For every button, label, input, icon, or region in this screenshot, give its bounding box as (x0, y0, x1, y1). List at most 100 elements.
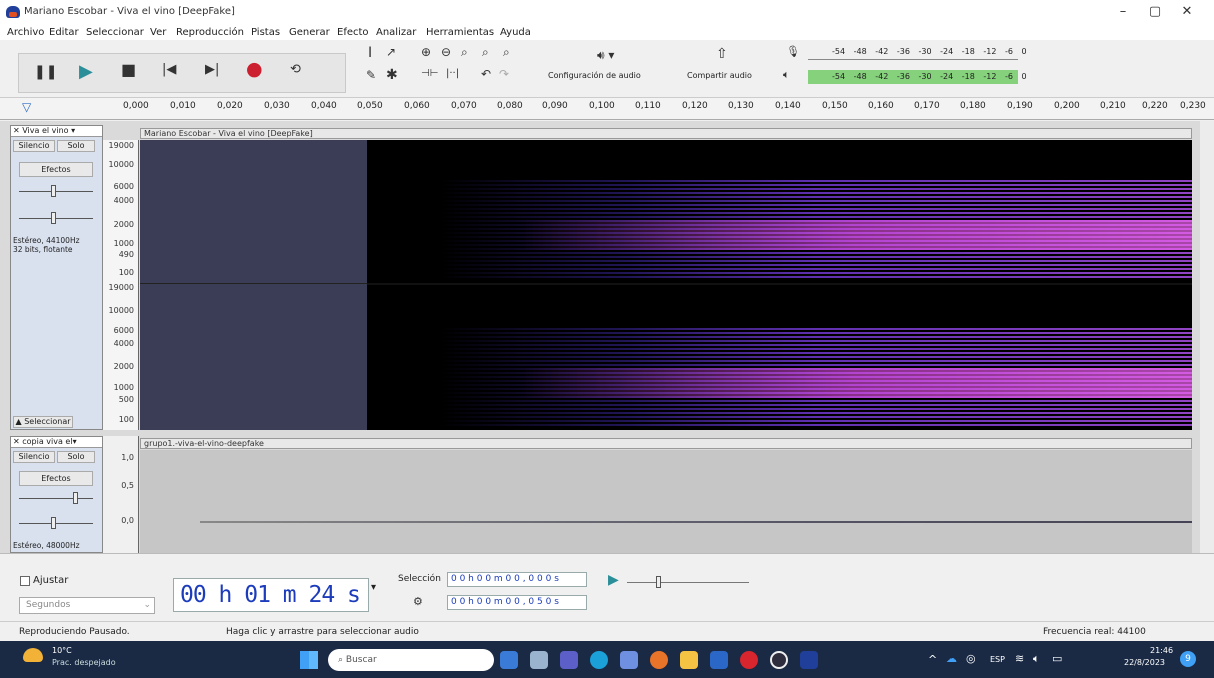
battery-icon[interactable]: ▭ (1052, 652, 1062, 665)
close-button[interactable]: ✕ (1172, 2, 1202, 22)
maximize-button[interactable]: ▢ (1140, 2, 1170, 22)
file-explorer-icon[interactable] (680, 651, 698, 669)
snap-unit-select[interactable]: Segundos ⌄ (19, 597, 155, 614)
mute-button[interactable]: Silencio (13, 451, 55, 463)
language-indicator[interactable]: ESP (990, 655, 1005, 664)
snap-checkbox[interactable] (20, 576, 30, 586)
solo-button[interactable]: Solo (57, 140, 95, 152)
share-audio-button[interactable]: Compartir audio (687, 71, 752, 80)
notification-badge[interactable]: 9 (1180, 651, 1196, 667)
record-button[interactable]: ● (246, 58, 263, 80)
track-name-menu[interactable]: ✕ copia viva el▾ (11, 437, 102, 448)
time-display[interactable]: 00 h 01 m 24 s (173, 578, 369, 612)
speed-slider-thumb[interactable] (656, 576, 661, 588)
chevron-up-icon[interactable]: ^ (928, 653, 937, 666)
task-view-icon[interactable] (530, 651, 548, 669)
pan-slider[interactable] (19, 218, 93, 219)
channel-divider (140, 283, 367, 284)
menu-bar: Archivo Editar Seleccionar Ver Reproducc… (0, 26, 1214, 40)
fit-project-icon[interactable]: ⌕ (482, 45, 489, 60)
app-tray-icon[interactable]: ◎ (966, 652, 976, 665)
timeline-options-icon[interactable]: ▽ (22, 100, 31, 114)
play-button[interactable]: ▶ (79, 61, 93, 82)
zoom-in-icon[interactable]: ⊕ (421, 45, 431, 59)
play-at-speed-button[interactable]: ▶ (608, 572, 619, 588)
minimize-button[interactable]: – (1108, 2, 1138, 22)
spectrogram-view[interactable] (140, 140, 1192, 430)
media-player-icon[interactable] (770, 651, 788, 669)
chrome-icon[interactable] (650, 651, 668, 669)
teams-icon[interactable] (560, 651, 578, 669)
zoom-out-icon[interactable]: ⊖ (441, 45, 451, 59)
start-button[interactable] (300, 651, 318, 669)
select-track-button[interactable]: ▲ Seleccionar (13, 416, 73, 428)
scale-label: 6000 (113, 326, 134, 335)
fit-selection-icon[interactable]: ⌕ (461, 45, 468, 60)
menu-efecto[interactable]: Efecto (337, 27, 369, 38)
app-icon[interactable] (620, 651, 638, 669)
menu-ayuda[interactable]: Ayuda (500, 27, 531, 38)
effects-button[interactable]: Efectos (19, 162, 93, 177)
vertical-scrollbar[interactable] (1200, 121, 1214, 553)
gain-slider-thumb[interactable] (73, 492, 78, 504)
select-tool-icon[interactable]: I (368, 45, 372, 61)
weather-icon[interactable] (23, 648, 43, 662)
mute-button[interactable]: Silencio (13, 140, 55, 152)
stop-button[interactable]: ■ (121, 60, 136, 79)
gain-slider-thumb[interactable] (51, 185, 56, 197)
clock-date[interactable]: 22/8/2023 (1124, 658, 1165, 667)
solo-button[interactable]: Solo (57, 451, 95, 463)
weather-desc[interactable]: Prac. despejado (52, 658, 116, 667)
audacity-taskbar-icon[interactable] (800, 651, 818, 669)
silence-icon[interactable]: |··| (446, 68, 459, 79)
menu-generar[interactable]: Generar (289, 27, 330, 38)
word-icon[interactable] (710, 651, 728, 669)
envelope-tool-icon[interactable]: ↗ (386, 45, 396, 59)
menu-ver[interactable]: Ver (150, 27, 166, 38)
pan-slider-thumb[interactable] (51, 517, 56, 529)
time-format-icon[interactable]: ▾ (371, 582, 376, 593)
weather-temp[interactable]: 10°C (52, 646, 72, 655)
clock-time[interactable]: 21:46 (1150, 646, 1173, 655)
selection-end-time[interactable]: 0 0 h 0 0 m 0 0 , 0 5 0 s (447, 595, 587, 610)
menu-pistas[interactable]: Pistas (251, 27, 280, 38)
gain-slider[interactable] (19, 498, 93, 499)
menu-seleccionar[interactable]: Seleccionar (86, 27, 144, 38)
skip-start-button[interactable]: |◀ (162, 62, 176, 77)
menu-editar[interactable]: Editar (49, 27, 79, 38)
track-name-menu[interactable]: ✕ Viva el vino ▾ (11, 126, 102, 137)
skip-end-button[interactable]: ▶| (205, 62, 219, 77)
menu-reproduccion[interactable]: Reproducción (176, 27, 244, 38)
pause-button[interactable]: ❚❚ (34, 64, 57, 80)
multi-tool-icon[interactable]: ✱ (386, 67, 398, 83)
effects-button[interactable]: Efectos (19, 471, 93, 486)
taskbar-search[interactable]: ⌕ Buscar (328, 649, 494, 671)
waveform-view[interactable] (140, 450, 1192, 553)
clip-title-bar[interactable]: grupo1.-viva-el-vino-deepfake (140, 438, 1192, 449)
timeline-ruler[interactable]: ▽ 0,000 0,010 0,020 0,030 0,040 0,050 0,… (0, 98, 1214, 120)
onedrive-icon[interactable]: ☁ (946, 652, 957, 665)
menu-archivo[interactable]: Archivo (7, 27, 44, 38)
clip-title-bar[interactable]: Mariano Escobar - Viva el vino [DeepFake… (140, 128, 1192, 139)
bing-icon[interactable] (500, 651, 518, 669)
settings-gear-icon[interactable]: ⚙ (413, 595, 423, 608)
volume-icon[interactable]: 🔈︎ (1033, 652, 1040, 666)
opera-icon[interactable] (740, 651, 758, 669)
wifi-icon[interactable]: ≋ (1015, 652, 1024, 665)
menu-analizar[interactable]: Analizar (376, 27, 416, 38)
playback-speed-slider[interactable] (627, 582, 749, 583)
trim-icon[interactable]: ⊣⊢ (421, 68, 438, 79)
audio-setup-button[interactable]: Configuración de audio (548, 71, 641, 80)
edge-icon[interactable] (590, 651, 608, 669)
undo-icon[interactable]: ↶ (481, 67, 491, 81)
zoom-toggle-icon[interactable]: ⌕ (503, 45, 510, 60)
redo-icon[interactable]: ↷ (499, 67, 509, 81)
selection-start-time[interactable]: 0 0 h 0 0 m 0 0 , 0 0 0 s (447, 572, 587, 587)
gain-slider[interactable] (19, 191, 93, 192)
menu-herramientas[interactable]: Herramientas (426, 27, 494, 38)
pan-slider[interactable] (19, 523, 93, 524)
loop-button[interactable]: ⟲ (290, 62, 301, 77)
draw-tool-icon[interactable]: ✎ (366, 68, 376, 82)
selection-region[interactable] (140, 140, 367, 430)
pan-slider-thumb[interactable] (51, 212, 56, 224)
